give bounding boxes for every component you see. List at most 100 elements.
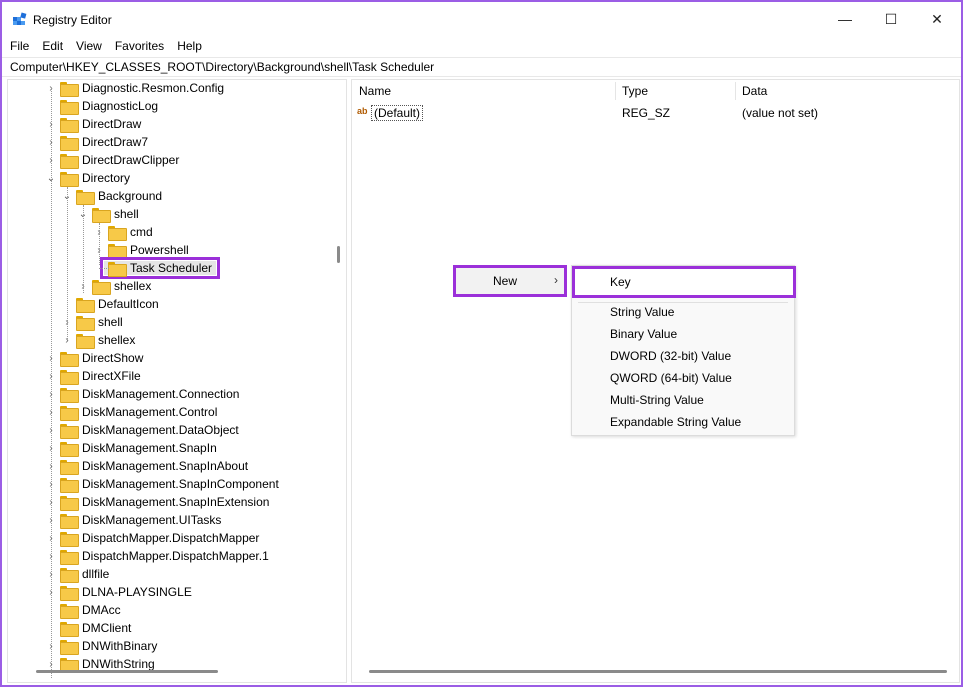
column-header-name[interactable]: Name [352,80,391,102]
submenu-expandable-string-value[interactable]: Expandable String Value [610,413,741,431]
tree-item-label: DiskManagement.Connection [82,387,240,401]
submenu-binary-value[interactable]: Binary Value [610,325,677,343]
close-button[interactable]: ✕ [914,2,960,36]
tree-item[interactable]: › DiskManagement.Control [46,403,217,421]
tree-item[interactable]: › DirectDrawClipper [46,151,179,169]
tree-item-content: shellex [88,279,152,295]
tree-item-content: DirectDraw [56,117,141,133]
tree-item-label: DiskManagement.SnapInComponent [82,477,279,491]
tree-item[interactable]: › DiskManagement.UITasks [46,511,221,529]
tree-horizontal-scrollbar[interactable] [36,670,218,673]
folder-icon [60,459,79,475]
tree-item[interactable]: › DiskManagement.SnapInExtension [46,493,269,511]
tree-item[interactable]: › DiskManagement.SnapIn [46,439,217,457]
menu-favorites[interactable]: Favorites [107,37,169,55]
folder-icon [60,603,79,619]
tree-connector-line [67,187,68,339]
menu-bar: File Edit View Favorites Help [2,37,207,55]
tree-item-content: DiskManagement.DataObject [56,423,239,439]
folder-icon [108,243,127,259]
folder-icon [60,441,79,457]
menu-view[interactable]: View [68,37,107,55]
tree-item[interactable]: › DispatchMapper.DispatchMapper.1 [46,547,269,565]
tree-item[interactable]: › dllfile [46,565,109,583]
tree-item[interactable]: ⌄ shell [78,205,139,223]
tree-item[interactable]: › DiskManagement.Connection [46,385,239,403]
tree-item-label: DefaultIcon [98,297,159,311]
values-horizontal-scrollbar[interactable] [369,670,947,673]
tree-item-content: shell [88,207,139,223]
submenu-dword-value[interactable]: DWORD (32-bit) Value [610,347,731,365]
tree-item-label: DiskManagement.SnapIn [82,441,217,455]
folder-icon [60,585,79,601]
folder-icon [60,135,79,151]
tree-item-label: DiagnosticLog [82,99,159,113]
tree-item[interactable]: › Diagnostic.Resmon.Config [46,80,224,97]
tree-item-label: shellex [114,279,152,293]
folder-icon [92,279,111,295]
tree-item-content: DiagnosticLog [56,99,159,115]
tree-item[interactable]: › shellex [62,331,135,349]
tree-item[interactable]: › shellex [78,277,151,295]
tree-item[interactable]: › DirectDraw7 [46,133,148,151]
tree-item-label: DispatchMapper.DispatchMapper [82,531,260,545]
value-row-type: REG_SZ [622,106,671,120]
tree-item[interactable]: › DiskManagement.SnapInAbout [46,457,248,475]
tree-item-label: DNWithBinary [82,639,158,653]
tree-item-label: shell [114,207,139,221]
tree-item[interactable]: › shell [62,313,123,331]
tree-item[interactable]: › Powershell [94,241,189,259]
value-row-data: (value not set) [742,106,819,120]
tree-item[interactable]: DMClient [46,619,131,637]
value-row-name[interactable]: ab (Default) [357,104,424,122]
tree-pane[interactable]: › Diagnostic.Resmon.Config DiagnosticLog › D… [7,79,347,683]
menu-help[interactable]: Help [169,37,207,55]
tree-vertical-scrollbar[interactable] [337,246,340,263]
tree-item[interactable]: › DirectShow [46,349,143,367]
folder-icon [76,189,95,205]
submenu-key-label: Key [610,275,631,289]
column-header-data[interactable]: Data [735,80,767,102]
tree-item-content: DMAcc [56,603,121,619]
tree-item[interactable]: › DNWithBinary [46,637,157,655]
tree-item-content: DiskManagement.UITasks [56,513,221,529]
new-submenu: Key String Value Binary Value DWORD (32-… [571,265,796,436]
submenu-qword-value[interactable]: QWORD (64-bit) Value [610,369,732,387]
tree-connector-line [99,223,100,265]
tree-item-content: DiskManagement.SnapInAbout [56,459,248,475]
column-header-type[interactable]: Type [615,80,648,102]
menu-file[interactable]: File [2,37,34,55]
tree-item-label: DNWithString [82,657,155,671]
tree-item[interactable]: › DiskManagement.DataObject [46,421,239,439]
tree-item-label: shellex [98,333,136,347]
tree-item[interactable]: › DirectXFile [46,367,141,385]
tree-item-content: Powershell [104,243,189,259]
address-bar[interactable]: Computer\HKEY_CLASSES_ROOT\Directory\Bac… [2,57,961,77]
submenu-string-value[interactable]: String Value [610,303,674,321]
tree-connector-line [83,205,84,293]
submenu-multi-string-value[interactable]: Multi-String Value [610,391,704,409]
tree-item[interactable]: › DispatchMapper.DispatchMapper [46,529,259,547]
folder-icon [60,81,79,97]
tree-item[interactable]: ⌄ Background [62,187,162,205]
tree-item-label: DiskManagement.SnapInExtension [82,495,270,509]
minimize-button[interactable]: — [822,2,868,36]
tree-item[interactable]: › DiskManagement.SnapInComponent [46,475,279,493]
tree-item[interactable]: Task Scheduler [94,257,221,279]
tree-item-label: DirectShow [82,351,144,365]
tree-item[interactable]: › DirectDraw [46,115,141,133]
folder-icon [108,225,127,241]
tree-item-label: cmd [130,225,153,239]
submenu-key-item[interactable]: Key [572,266,796,298]
tree-item[interactable]: DiagnosticLog [46,97,158,115]
menu-edit[interactable]: Edit [34,37,68,55]
tree-item[interactable]: › cmd [94,223,153,241]
tree-item[interactable]: DMAcc [46,601,121,619]
tree-item[interactable]: › DLNA-PLAYSINGLE [46,583,192,601]
tree-item-content: DLNA-PLAYSINGLE [56,585,192,601]
maximize-button[interactable]: ☐ [868,2,914,36]
tree-item[interactable]: DefaultIcon [62,295,159,313]
context-menu-new[interactable]: New › [453,265,567,297]
tree-item-content: DirectXFile [56,369,141,385]
tree-item[interactable]: ⌄ Directory [46,169,130,187]
